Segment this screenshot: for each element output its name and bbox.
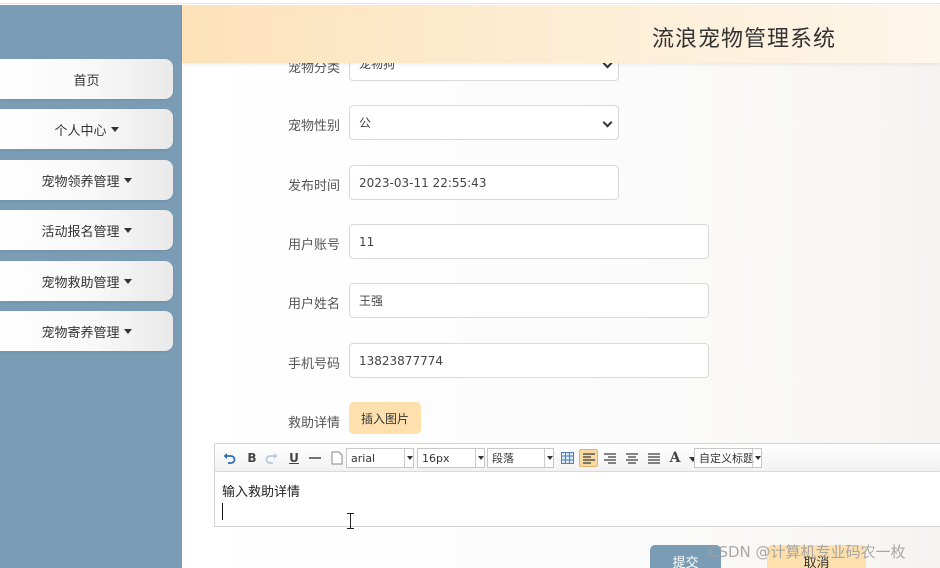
sidebar-item-pet-rescue[interactable]: 宠物救助管理 [0, 261, 173, 301]
pet-category-label: 宠物分类 [288, 63, 341, 76]
publish-time-value: 2023-03-11 22:55:43 [359, 175, 487, 190]
paragraph-select[interactable]: 段落 [487, 448, 554, 468]
pet-category-value: 宠物狗 [359, 63, 396, 71]
custom-heading-select[interactable]: 自定义标题 [694, 448, 762, 468]
sidebar-item-pet-adoption[interactable]: 宠物领养管理 [0, 160, 173, 200]
chevron-down-icon [602, 63, 613, 69]
pet-gender-label: 宠物性别 [288, 119, 341, 134]
sidebar-item-label: 首页 [73, 73, 100, 89]
undo-icon[interactable] [221, 449, 237, 467]
font-family-value: arial [351, 451, 376, 465]
font-color-button[interactable]: A [668, 449, 682, 467]
align-center-icon[interactable] [624, 449, 640, 467]
user-account-label: 用户账号 [288, 238, 341, 253]
redo-icon[interactable] [264, 449, 280, 467]
editor-toolbar: B U arial 16px 段落 A 自定义标题 [215, 444, 940, 472]
custom-heading-value: 自定义标题 [699, 452, 754, 465]
pet-gender-select[interactable]: 公 [349, 105, 619, 140]
rich-text-editor: B U arial 16px 段落 A 自定义标题 输入救助详情 [214, 443, 940, 527]
user-account-value: 11 [359, 234, 375, 249]
caret-down-icon [123, 177, 132, 183]
user-name-label: 用户姓名 [288, 297, 341, 312]
paragraph-value: 段落 [492, 452, 514, 465]
top-border [0, 0, 940, 4]
caret-down-icon [110, 126, 119, 132]
font-size-value: 16px [422, 451, 450, 465]
chevron-down-icon [602, 117, 613, 128]
caret-down-icon [123, 328, 132, 334]
phone-value: 13823877774 [359, 353, 443, 368]
publish-time-input[interactable]: 2023-03-11 22:55:43 [349, 165, 619, 200]
align-left-icon[interactable] [579, 449, 598, 467]
pet-category-select[interactable]: 宠物狗 [349, 63, 619, 81]
main-content: 宠物分类 宠物狗 宠物性别 公 发布时间 2023-03-11 22:55:43… [182, 63, 940, 568]
phone-label: 手机号码 [288, 357, 341, 372]
sidebar-item-personal-center[interactable]: 个人中心 [0, 109, 173, 149]
insert-image-button[interactable]: 插入图片 [349, 402, 421, 434]
font-family-select[interactable]: arial [346, 448, 414, 468]
sidebar-item-home[interactable]: 首页 [0, 59, 173, 99]
sidebar-item-activity-signup[interactable]: 活动报名管理 [0, 210, 173, 250]
font-size-select[interactable]: 16px [417, 448, 485, 468]
header: 流浪宠物管理系统 [182, 5, 940, 63]
publish-time-label: 发布时间 [288, 179, 341, 194]
sidebar-item-label: 宠物寄养管理 [41, 325, 120, 341]
app-title: 流浪宠物管理系统 [651, 27, 836, 52]
align-justify-icon[interactable] [646, 449, 662, 467]
sidebar: 首页 个人中心 宠物领养管理 活动报名管理 宠物救助管理 宠物寄养管理 [0, 5, 182, 568]
dropdown-arrow-icon [475, 449, 484, 467]
dropdown-arrow-icon [752, 449, 761, 467]
caret-down-icon [123, 278, 132, 284]
page-icon[interactable] [329, 449, 345, 467]
underline-button[interactable]: U [286, 449, 302, 467]
sidebar-item-label: 宠物救助管理 [41, 275, 120, 291]
user-name-value: 王强 [359, 294, 384, 308]
user-name-input[interactable]: 王强 [349, 283, 709, 318]
user-account-input[interactable]: 11 [349, 224, 709, 259]
horizontal-rule-icon[interactable] [307, 449, 323, 467]
phone-input[interactable]: 13823877774 [349, 343, 709, 378]
ibeam-cursor-icon [347, 513, 354, 529]
align-right-icon[interactable] [602, 449, 618, 467]
bold-button[interactable]: B [244, 449, 260, 467]
sidebar-item-label: 宠物领养管理 [41, 174, 120, 190]
table-icon[interactable] [559, 449, 575, 467]
sidebar-item-label: 个人中心 [54, 123, 107, 139]
editor-content[interactable]: 输入救助详情 [222, 481, 300, 500]
dropdown-arrow-icon [544, 449, 553, 467]
pet-gender-value: 公 [359, 116, 372, 130]
watermark: CSDN @计算机专业码农一枚 [708, 543, 906, 561]
dropdown-arrow-icon [404, 449, 413, 467]
rescue-details-label: 救助详情 [288, 416, 341, 431]
caret-down-icon [123, 227, 132, 233]
sidebar-item-pet-boarding[interactable]: 宠物寄养管理 [0, 311, 173, 351]
sidebar-item-label: 活动报名管理 [41, 224, 120, 240]
text-cursor [222, 503, 223, 520]
